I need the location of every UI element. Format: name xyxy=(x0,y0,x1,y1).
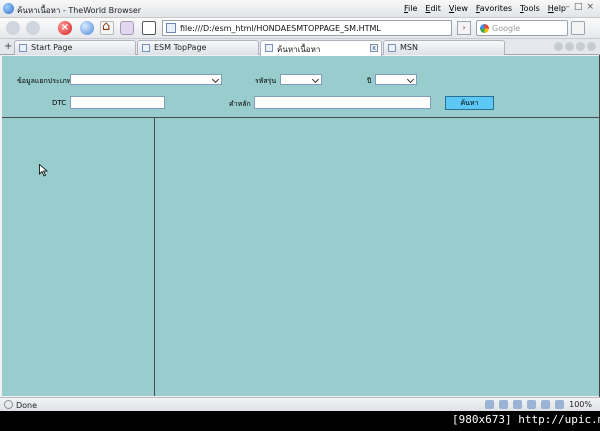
menu-tools[interactable]: Tools xyxy=(520,4,540,13)
category-label: ข้อมูลแยกประเภท xyxy=(17,77,72,85)
window-controls: – □ × xyxy=(565,2,594,12)
tab-close-icon[interactable]: x xyxy=(370,44,378,52)
tab-search-content[interactable]: ค้นหาเนื้อหา x xyxy=(260,40,382,56)
page-icon xyxy=(388,44,396,52)
page-icon xyxy=(19,44,27,52)
book-icon[interactable] xyxy=(142,21,156,35)
category-select[interactable] xyxy=(70,74,222,85)
minimize-button[interactable]: – xyxy=(565,2,570,12)
tab-scroll-right-icon[interactable] xyxy=(565,42,574,51)
navigation-toolbar: × file:///D:/esm_html/HONDAESMTOPPAGE_SM… xyxy=(0,18,600,39)
tab-bar: + Start Page ESM TopPage ค้นหาเนื้อหา x … xyxy=(0,39,600,56)
menu-edit[interactable]: Edit xyxy=(425,4,441,13)
vertical-divider xyxy=(154,118,155,396)
menu-help[interactable]: Help xyxy=(548,4,566,13)
new-tab-button[interactable]: + xyxy=(4,42,12,52)
maximize-button[interactable]: □ xyxy=(574,2,583,12)
page-icon xyxy=(265,44,273,52)
watermark: [980x673] http://upic.me/ xyxy=(452,413,600,426)
browser-window: ค้นหาเนื้อหา - TheWorld Browser File Edi… xyxy=(0,0,600,411)
tab-scroll-left-icon[interactable] xyxy=(554,42,563,51)
menu-bar: File Edit View Favorites Tools Help xyxy=(404,4,566,13)
address-text[interactable]: file:///D:/esm_html/HONDAESMTOPPAGE_SM.H… xyxy=(180,24,381,33)
tab-label: MSN xyxy=(400,43,418,52)
page-icon xyxy=(166,23,176,33)
status-tools: 100% xyxy=(485,400,592,409)
go-button[interactable]: › xyxy=(457,21,471,35)
screen-capture-icon[interactable] xyxy=(541,400,551,409)
tab-list-icon[interactable] xyxy=(576,42,585,51)
tab-navigation xyxy=(554,42,596,51)
refresh-icon[interactable] xyxy=(80,21,94,35)
google-icon xyxy=(480,24,489,33)
tab-label: Start Page xyxy=(31,43,73,52)
tab-label: ค้นหาเนื้อหา xyxy=(277,45,321,54)
page-content: ข้อมูลแยกประเภท รหัสรุ่น ปี DTC คำหลัก ค… xyxy=(2,56,599,396)
status-bar: Done 100% xyxy=(0,397,600,411)
model-select[interactable] xyxy=(280,74,322,85)
year-label: ปี xyxy=(367,77,372,85)
ad-filter-icon[interactable] xyxy=(499,400,509,409)
menu-view[interactable]: View xyxy=(449,4,468,13)
favorites-icon[interactable] xyxy=(120,21,134,35)
popup-blocker-icon[interactable] xyxy=(485,400,495,409)
mouse-cursor-icon xyxy=(39,164,48,177)
tab-msn[interactable]: MSN xyxy=(383,40,505,55)
menu-favorites[interactable]: Favorites xyxy=(476,4,512,13)
stop-icon[interactable]: × xyxy=(58,21,72,35)
menu-file[interactable]: File xyxy=(404,4,417,13)
download-icon[interactable] xyxy=(513,400,523,409)
dtc-label: DTC xyxy=(52,99,67,107)
zoom-icon[interactable] xyxy=(555,400,565,409)
tab-esm-toppage[interactable]: ESM TopPage xyxy=(137,40,259,55)
tab-start-page[interactable]: Start Page xyxy=(14,40,136,55)
browser-logo-icon xyxy=(3,3,14,14)
search-placeholder: Google xyxy=(492,24,521,33)
address-bar[interactable]: file:///D:/esm_html/HONDAESMTOPPAGE_SM.H… xyxy=(162,20,452,36)
title-bar: ค้นหาเนื้อหา - TheWorld Browser File Edi… xyxy=(0,0,600,18)
keyword-label: คำหลัก xyxy=(229,100,251,108)
tab-label: ESM TopPage xyxy=(154,43,207,52)
search-button[interactable]: ค้นหา xyxy=(445,96,494,110)
status-icon xyxy=(4,400,13,409)
model-label: รหัสรุ่น xyxy=(255,77,277,85)
web-search-button[interactable] xyxy=(571,21,585,35)
tab-close-all-icon[interactable] xyxy=(587,42,596,51)
print-icon[interactable] xyxy=(527,400,537,409)
keyword-input[interactable] xyxy=(254,96,431,109)
status-text: Done xyxy=(16,401,38,410)
dtc-input[interactable] xyxy=(70,96,165,109)
horizontal-divider xyxy=(2,117,599,118)
year-select[interactable] xyxy=(375,74,417,85)
page-icon xyxy=(142,44,150,52)
window-title: ค้นหาเนื้อหา - TheWorld Browser xyxy=(17,6,142,15)
close-window-button[interactable]: × xyxy=(586,2,594,12)
forward-icon[interactable] xyxy=(26,21,40,35)
home-icon[interactable] xyxy=(100,19,114,35)
back-icon[interactable] xyxy=(6,21,20,35)
web-search-box[interactable]: Google xyxy=(476,20,568,36)
zoom-level[interactable]: 100% xyxy=(569,400,592,409)
